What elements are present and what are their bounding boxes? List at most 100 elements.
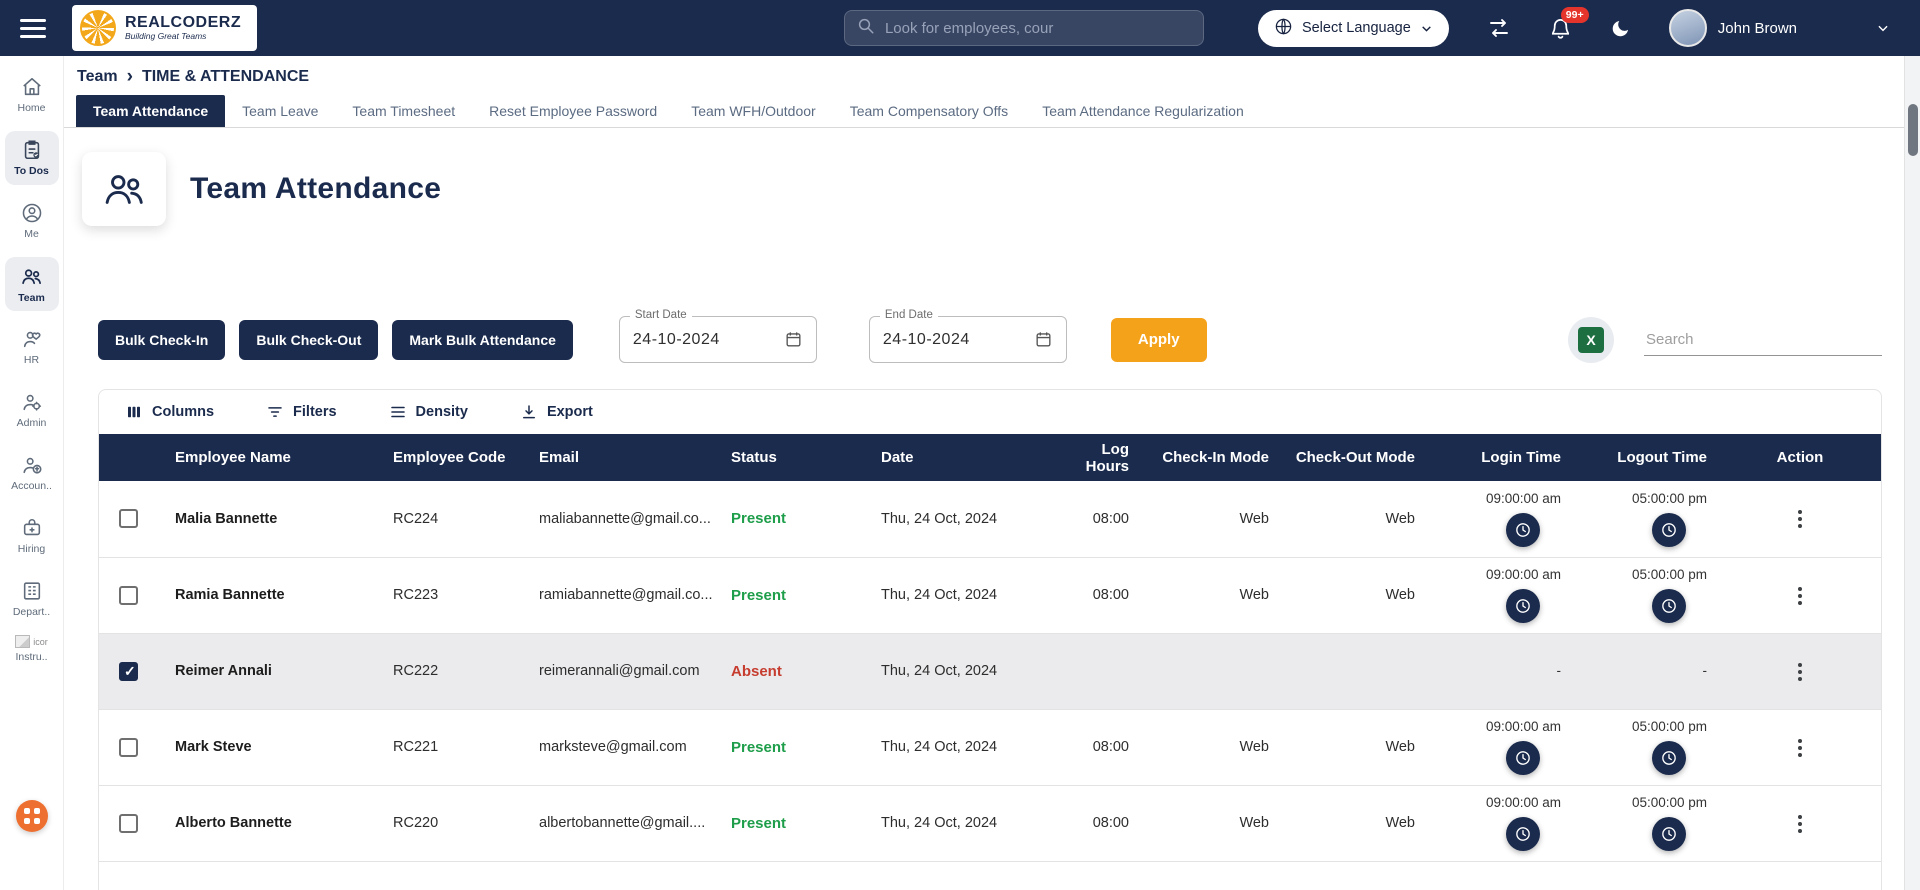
table-row: Mark Pettit RC219 mark.pettit.rc@gmail.c… [99, 861, 1881, 890]
row-checkbox[interactable] [119, 737, 138, 757]
sidebar-item-hr[interactable]: HR [5, 320, 59, 374]
table-search[interactable] [1644, 323, 1882, 356]
login-clock-button[interactable] [1506, 817, 1541, 851]
check-in-mode-cell: Web [1141, 785, 1281, 862]
notifications-bell-icon[interactable]: 99+ [1549, 6, 1589, 40]
header-date[interactable]: Date [869, 434, 1045, 481]
row-actions-kebab-icon[interactable] [1789, 808, 1811, 840]
row-actions-kebab-icon[interactable] [1789, 503, 1811, 535]
sidebar-item-hiring[interactable]: Hiring [5, 509, 59, 563]
global-search[interactable] [843, 10, 1204, 46]
logout-clock-button[interactable] [1652, 512, 1687, 547]
select-all-header-cell[interactable] [99, 434, 163, 481]
sidebar-item-instructor[interactable]: icor Instru.. [15, 635, 48, 663]
employee-code-cell: RC223 [381, 557, 527, 634]
header-email[interactable]: Email [527, 434, 719, 481]
login-clock-button[interactable] [1506, 589, 1541, 623]
density-button[interactable]: Density [389, 403, 468, 421]
switch-account-icon[interactable] [1487, 16, 1511, 40]
page-header: Team Attendance [64, 128, 1904, 226]
sidebar-item-departments[interactable]: Depart.. [5, 572, 59, 626]
apply-button[interactable]: Apply [1110, 317, 1207, 362]
end-date-value: 24-10-2024 [882, 330, 970, 348]
admin-icon [22, 394, 41, 411]
export-button[interactable]: Export [520, 403, 593, 421]
action-cell [1719, 633, 1881, 710]
filters-button[interactable]: Filters [266, 403, 337, 421]
vertical-scrollbar[interactable] [1904, 56, 1920, 890]
page-header-icon-card [82, 152, 166, 226]
user-name: John Brown [1717, 19, 1797, 37]
header-check-out-mode[interactable]: Check-Out Mode [1281, 434, 1427, 481]
sidebar-item-admin[interactable]: Admin [5, 383, 59, 437]
check-out-mode-cell: Web [1281, 481, 1427, 558]
mark-bulk-attendance-button[interactable]: Mark Bulk Attendance [392, 319, 573, 360]
row-checkbox[interactable] [119, 585, 138, 605]
row-checkbox[interactable] [119, 813, 138, 833]
table-row: Mark Steve RC221 marksteve@gmail.com Pre… [99, 709, 1881, 786]
header-log-hours[interactable]: Log Hours [1045, 434, 1141, 481]
calendar-icon[interactable] [784, 330, 803, 349]
header-status[interactable]: Status [719, 434, 869, 481]
scrollbar-thumb[interactable] [1908, 104, 1918, 156]
row-actions-kebab-icon[interactable] [1789, 580, 1811, 612]
row-actions-kebab-icon[interactable] [1789, 884, 1811, 890]
start-date-field[interactable]: Start Date 24-10-2024 [618, 309, 817, 363]
login-clock-button[interactable] [1506, 741, 1541, 775]
logout-time-text: 05:00:00 pm [1631, 719, 1707, 734]
status-cell: Present [719, 785, 869, 862]
sidebar-item-me[interactable]: Me [5, 194, 59, 248]
global-search-input[interactable] [884, 19, 1191, 37]
tab[interactable]: Team Compensatory Offs [833, 95, 1025, 127]
row-checkbox[interactable] [119, 661, 138, 681]
tab[interactable]: Reset Employee Password [472, 95, 674, 127]
status-badge: Present [731, 510, 787, 528]
header-login-time[interactable]: Login Time [1427, 434, 1573, 481]
dark-mode-moon-icon[interactable] [1610, 18, 1631, 39]
log-hours-cell: 08:00 [1045, 557, 1141, 634]
bulk-check-out-button[interactable]: Bulk Check-Out [239, 319, 379, 360]
table-search-input[interactable] [1644, 323, 1882, 355]
status-cell: Present [719, 557, 869, 634]
chat-widget-button[interactable] [15, 800, 48, 832]
tab[interactable]: Team Attendance [76, 95, 226, 127]
date-cell: Thu, 24 Oct, 2024 [869, 481, 1045, 558]
row-checkbox[interactable] [119, 509, 138, 529]
logout-clock-button[interactable] [1652, 589, 1687, 623]
excel-export-icon[interactable]: X [1568, 316, 1614, 363]
checkbox-cell [99, 481, 163, 558]
sidebar-item-todos[interactable]: To Dos [4, 131, 59, 185]
login-time-cell: 09:00:00 am [1427, 557, 1573, 634]
logout-clock-button[interactable] [1652, 817, 1687, 851]
logout-clock-button[interactable] [1652, 741, 1687, 775]
hamburger-menu-icon[interactable] [20, 18, 46, 38]
brand-logo[interactable]: REALCODERZ Building Great Teams [72, 5, 258, 51]
end-date-field[interactable]: End Date 24-10-2024 [868, 309, 1067, 363]
row-actions-kebab-icon[interactable] [1789, 732, 1811, 764]
calendar-icon[interactable] [1034, 330, 1053, 349]
tab[interactable]: Team WFH/Outdoor [674, 95, 832, 127]
columns-button[interactable]: Columns [125, 403, 214, 421]
bulk-check-in-button[interactable]: Bulk Check-In [98, 319, 226, 360]
tab[interactable]: Team Attendance Regularization [1025, 95, 1261, 127]
sidebar-item-team[interactable]: Team [4, 257, 59, 311]
top-navbar: REALCODERZ Building Great Teams Select L… [0, 0, 1920, 56]
header-check-in-mode[interactable]: Check-In Mode [1141, 434, 1281, 481]
language-selector[interactable]: Select Language [1257, 9, 1449, 47]
login-time-text: 09:00:00 am [1485, 719, 1561, 734]
sidebar-item-accounts[interactable]: Accoun.. [5, 446, 59, 500]
header-action[interactable]: Action [1719, 434, 1881, 481]
user-menu[interactable]: John Brown [1668, 9, 1890, 47]
row-actions-kebab-icon[interactable] [1789, 656, 1811, 688]
tab[interactable]: Team Leave [225, 95, 335, 127]
log-hours-cell [1045, 633, 1141, 710]
header-employee-code[interactable]: Employee Code [381, 434, 527, 481]
header-logout-time[interactable]: Logout Time [1573, 434, 1719, 481]
header-employee-name[interactable]: Employee Name [163, 434, 381, 481]
sidebar-item-home[interactable]: Home [5, 68, 59, 122]
email-cell: albertobannette@gmail.... [527, 785, 719, 862]
tab[interactable]: Team Timesheet [335, 95, 472, 127]
breadcrumb-root[interactable]: Team [77, 68, 118, 86]
login-clock-button[interactable] [1506, 512, 1541, 547]
start-date-label: Start Date [629, 309, 692, 321]
